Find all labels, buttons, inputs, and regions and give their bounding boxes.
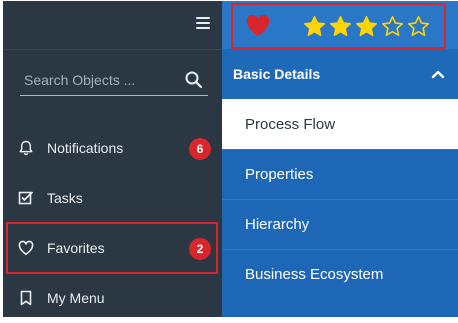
hamburger-menu-icon[interactable]: [196, 17, 210, 29]
sidebar-item-label: Notifications: [47, 140, 124, 156]
sidebar-item-label: Tasks: [47, 190, 83, 206]
heart-filled-icon[interactable]: [245, 14, 271, 38]
menu-item-hierarchy[interactable]: Hierarchy: [222, 199, 458, 249]
sidebar-item-tasks[interactable]: Tasks: [3, 173, 222, 223]
sidebar-item-label: My Menu: [47, 290, 105, 306]
menu-item-process-flow[interactable]: Process Flow: [222, 99, 458, 149]
menu-item-properties[interactable]: Properties: [222, 149, 458, 199]
menu-item-label: Process Flow: [245, 115, 336, 133]
checkbox-icon: [17, 189, 35, 207]
search-icon[interactable]: [184, 70, 204, 90]
star-filled-icon[interactable]: [329, 15, 352, 38]
bell-icon: [17, 139, 35, 157]
star-filled-icon[interactable]: [303, 15, 326, 38]
star-filled-icon[interactable]: [355, 15, 378, 38]
rating-highlight-box: [231, 3, 446, 49]
sidebar-header: [3, 1, 222, 50]
menu-item-label: Properties: [245, 166, 314, 183]
favorites-highlight-box: [6, 222, 218, 274]
notification-count-badge: 6: [189, 138, 211, 160]
app-frame: Notifications 6 Tasks Favor: [0, 0, 458, 317]
star-empty-icon[interactable]: [407, 15, 430, 38]
hamburger-line: [196, 22, 210, 24]
menu-item-business-ecosystem[interactable]: Business Ecosystem: [222, 249, 458, 299]
menu-item-label: Business Ecosystem: [245, 266, 384, 283]
details-panel: Basic Details Process Flow Properties Hi…: [222, 49, 458, 317]
star-empty-icon[interactable]: [381, 15, 404, 38]
hamburger-line: [196, 27, 210, 29]
chevron-up-icon[interactable]: [430, 66, 446, 82]
search-input[interactable]: [20, 72, 174, 88]
section-header-basic-details[interactable]: Basic Details: [222, 49, 458, 99]
star-rating[interactable]: [303, 15, 430, 38]
sidebar-item-notifications[interactable]: Notifications 6: [3, 123, 222, 173]
section-title: Basic Details: [233, 66, 321, 82]
sidebar-item-my-menu[interactable]: My Menu: [3, 273, 222, 323]
hamburger-line: [196, 17, 210, 19]
bookmark-icon: [17, 289, 35, 307]
search-box: [20, 65, 208, 96]
menu-item-label: Hierarchy: [245, 216, 310, 233]
